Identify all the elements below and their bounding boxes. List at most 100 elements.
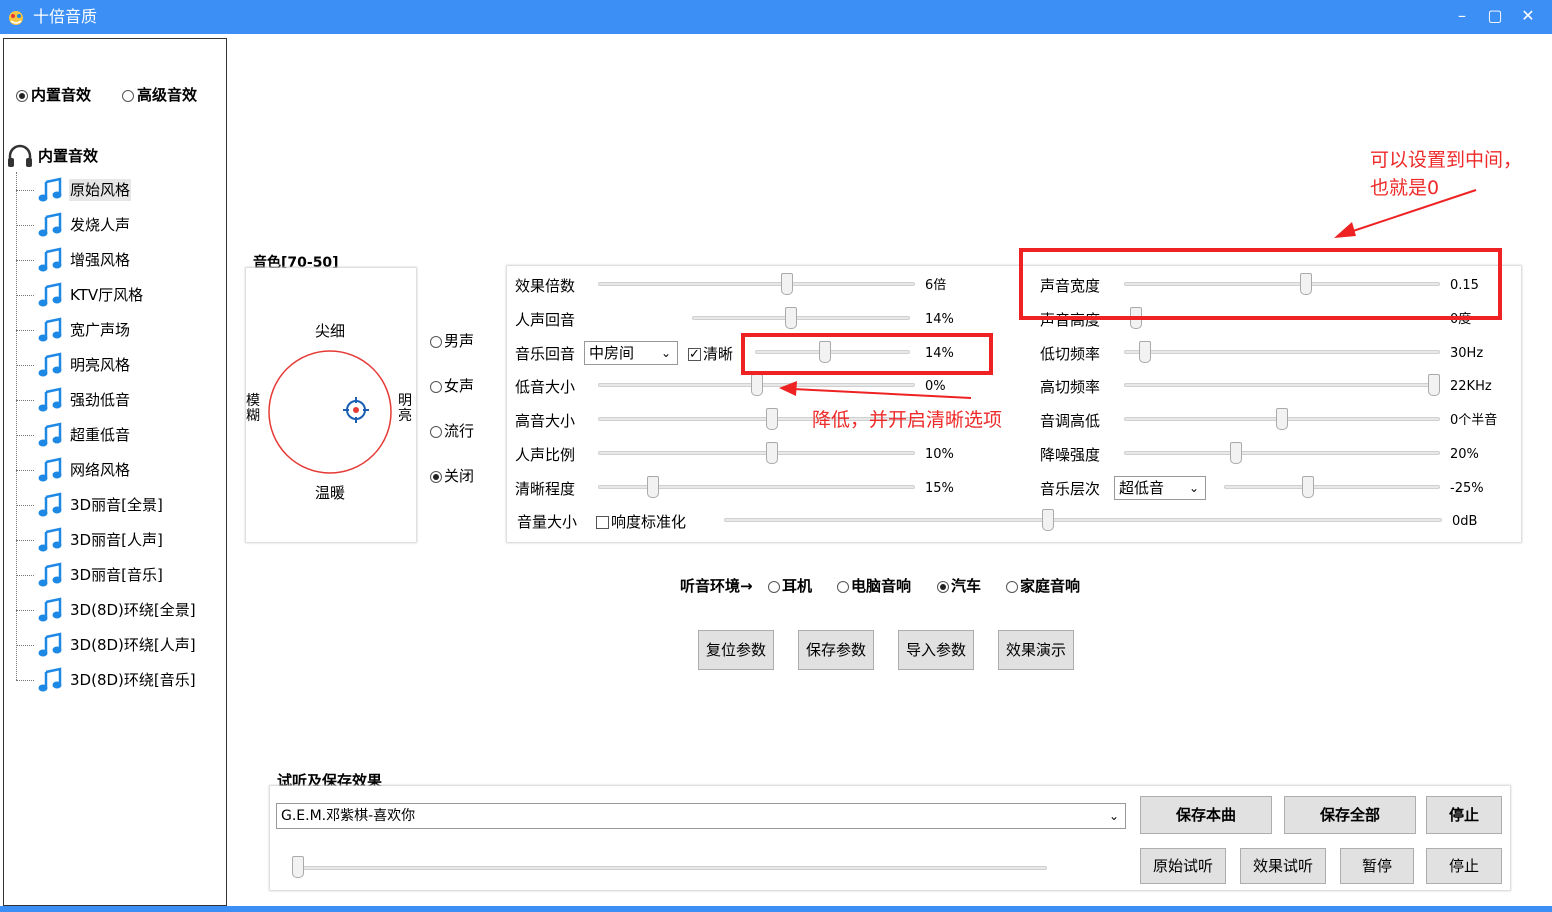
- param-slider-track[interactable]: [692, 315, 910, 320]
- radio-dot[interactable]: [430, 335, 442, 348]
- music-note-icon: [38, 597, 64, 623]
- param-slider-track[interactable]: [1124, 349, 1440, 354]
- save-params-button[interactable]: 保存参数: [798, 630, 874, 670]
- param-slider-thumb[interactable]: [1428, 374, 1440, 397]
- param-slider-thumb[interactable]: [785, 306, 797, 329]
- save-song-button[interactable]: 保存本曲: [1140, 796, 1272, 834]
- environment-option[interactable]: 家庭音响: [1006, 575, 1080, 596]
- param-slider-thumb[interactable]: [1276, 408, 1288, 431]
- tree-item-label: 3D(8D)环绕[全景]: [70, 601, 196, 619]
- param-slider-track[interactable]: [598, 451, 915, 455]
- import-params-button[interactable]: 导入参数: [898, 630, 974, 670]
- param-slider-track[interactable]: [598, 282, 915, 286]
- param-slider-thumb[interactable]: [647, 475, 659, 498]
- voice-option[interactable]: 女声: [430, 375, 474, 396]
- radio-dot[interactable]: [430, 380, 442, 393]
- voice-option[interactable]: 流行: [430, 420, 474, 441]
- radio-dot[interactable]: [837, 580, 849, 593]
- tree-item[interactable]: KTV厅风格: [16, 278, 216, 313]
- param-slider-thumb[interactable]: [1302, 475, 1314, 498]
- param-value: 10%: [925, 447, 954, 462]
- checkbox-box[interactable]: [596, 516, 609, 529]
- param-slider-thumb[interactable]: [751, 374, 763, 397]
- clear-checkbox[interactable]: 清晰: [688, 344, 733, 365]
- tree-item[interactable]: 3D丽音[音乐]: [16, 558, 216, 593]
- tree-item[interactable]: 增强风格: [16, 243, 216, 278]
- tree-item[interactable]: 明亮风格: [16, 348, 216, 383]
- param-slider-track[interactable]: [1224, 484, 1440, 489]
- environment-option[interactable]: 汽车: [937, 575, 981, 596]
- tree-item[interactable]: 3D(8D)环绕[音乐]: [16, 663, 216, 698]
- voice-option[interactable]: 关闭: [430, 465, 474, 486]
- loudness-checkbox[interactable]: 响度标准化: [596, 512, 686, 532]
- effect-preview-button[interactable]: 效果试听: [1240, 848, 1326, 884]
- stop-save-button[interactable]: 停止: [1426, 796, 1502, 834]
- progress-track[interactable]: [292, 866, 1047, 870]
- pause-button[interactable]: 暂停: [1340, 848, 1414, 884]
- tree-item[interactable]: 3D丽音[人声]: [16, 523, 216, 558]
- radio-advanced-effects[interactable]: 高级音效: [122, 84, 197, 105]
- param-label: 音乐层次: [1040, 479, 1101, 498]
- tree-item[interactable]: 发烧人声: [16, 208, 216, 243]
- voice-option[interactable]: 男声: [430, 330, 474, 351]
- param-slider-thumb[interactable]: [766, 408, 778, 431]
- param-slider-track[interactable]: [598, 484, 915, 489]
- tree-item[interactable]: 宽广声场: [16, 313, 216, 348]
- window-title: 十倍音质: [33, 7, 98, 26]
- param-slider-thumb[interactable]: [766, 442, 778, 464]
- layer-select[interactable]: 超低音 ⌄: [1114, 475, 1206, 500]
- param-label: 低切频率: [1040, 344, 1101, 363]
- tree-item-label: 超重低音: [70, 426, 131, 444]
- environment-row: 听音环境→: [680, 575, 753, 596]
- param-slider-thumb[interactable]: [1139, 340, 1151, 363]
- progress-thumb[interactable]: [292, 856, 304, 878]
- tree-item[interactable]: 强劲低音: [16, 383, 216, 418]
- environment-option-label: 耳机: [782, 577, 813, 595]
- app-logo-icon: [9, 11, 23, 25]
- tree-item[interactable]: 3D丽音[全景]: [16, 488, 216, 523]
- checkbox-box[interactable]: [688, 345, 701, 365]
- radio-dot[interactable]: [1006, 580, 1018, 593]
- tree-item[interactable]: 网络风格: [16, 453, 216, 488]
- close-icon[interactable]: ✕: [1516, 4, 1540, 28]
- radio-dot[interactable]: [768, 580, 780, 593]
- reset-params-button[interactable]: 复位参数: [698, 630, 774, 670]
- music-note-icon: [38, 422, 64, 448]
- save-all-button[interactable]: 保存全部: [1284, 796, 1416, 834]
- volume-slider-thumb[interactable]: [1042, 509, 1054, 531]
- radio-label: 高级音效: [137, 86, 198, 104]
- music-note-icon: [38, 492, 64, 518]
- tree-item[interactable]: 3D(8D)环绕[全景]: [16, 593, 216, 628]
- radio-dot[interactable]: [430, 425, 442, 438]
- timbre-circle[interactable]: [266, 348, 394, 476]
- volume-slider-track[interactable]: [724, 518, 1442, 522]
- music-note-icon: [38, 177, 64, 203]
- minimize-icon[interactable]: –: [1450, 4, 1474, 28]
- param-slider-track[interactable]: [1124, 383, 1440, 388]
- param-slider-thumb[interactable]: [1230, 442, 1242, 464]
- target-crosshair-icon[interactable]: [342, 396, 370, 424]
- radio-label: 内置音效: [31, 86, 92, 104]
- song-select[interactable]: G.E.M.邓紫棋-喜欢你 ⌄: [276, 803, 1126, 829]
- radio-builtin-effects[interactable]: 内置音效: [16, 84, 91, 105]
- room-select[interactable]: 中房间 ⌄: [584, 340, 678, 365]
- tree-item[interactable]: 3D(8D)环绕[人声]: [16, 628, 216, 663]
- radio-dot[interactable]: [937, 580, 949, 593]
- stop-button[interactable]: 停止: [1426, 848, 1502, 884]
- maximize-icon[interactable]: ▢: [1483, 4, 1507, 28]
- environment-label: 听音环境→: [680, 577, 753, 595]
- environment-option[interactable]: 电脑音响: [837, 575, 911, 596]
- annotation-arrow-2: [779, 381, 972, 399]
- environment-option[interactable]: 耳机: [768, 575, 812, 596]
- chevron-down-icon: ⌄: [1188, 480, 1199, 495]
- radio-dot[interactable]: [430, 470, 442, 483]
- param-slider-thumb[interactable]: [781, 273, 793, 295]
- radio-dot[interactable]: [122, 89, 134, 102]
- param-slider-track[interactable]: [1124, 451, 1440, 455]
- tree-item[interactable]: 超重低音: [16, 418, 216, 453]
- effect-demo-button[interactable]: 效果演示: [998, 630, 1074, 670]
- tree-item[interactable]: 原始风格: [16, 173, 216, 208]
- title-bar: [0, 0, 1552, 34]
- radio-dot[interactable]: [16, 89, 28, 102]
- original-preview-button[interactable]: 原始试听: [1140, 848, 1226, 884]
